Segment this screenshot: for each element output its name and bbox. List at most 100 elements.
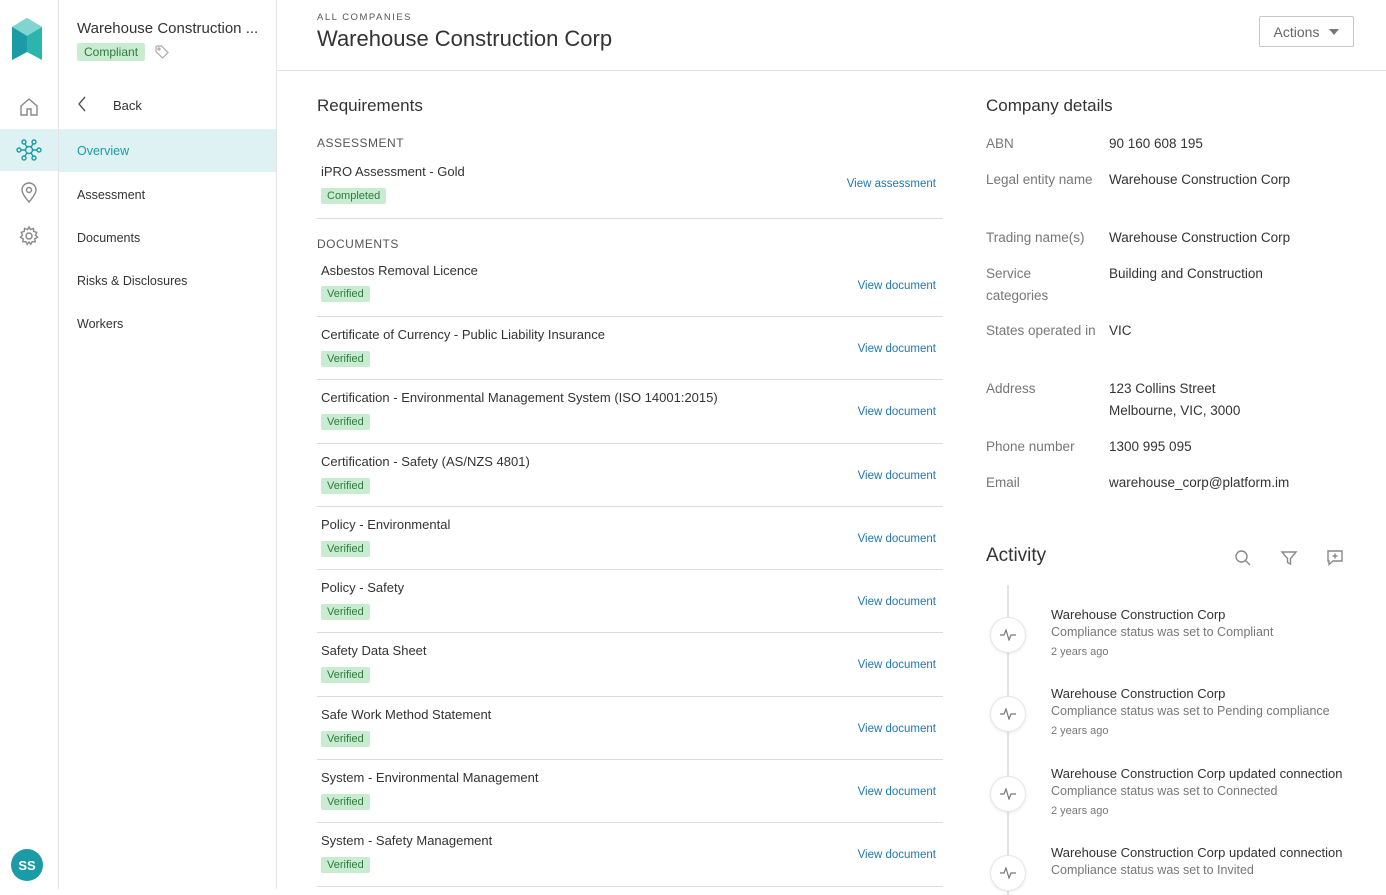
actions-button[interactable]: Actions — [1259, 16, 1354, 47]
back-button[interactable]: Back — [77, 96, 142, 115]
document-row: Asbestos Removal Licence Verified View doc… — [317, 251, 943, 317]
nav-item-overview[interactable]: Overview — [59, 129, 276, 172]
document-name: Safe Work Method Statement — [321, 706, 492, 722]
home-icon[interactable] — [0, 86, 58, 128]
document-name: Safety Data Sheet — [321, 643, 427, 659]
detail-value: 123 Collins Street — [1109, 381, 1216, 396]
view-document-link[interactable]: View document — [858, 723, 936, 735]
status-badge: Verified — [321, 286, 370, 302]
status-badge: Verified — [321, 604, 370, 621]
document-name: System - Safety Management — [321, 833, 493, 849]
app-logo-icon[interactable] — [10, 18, 44, 67]
location-pin-icon[interactable] — [0, 172, 58, 214]
view-document-link[interactable]: View document — [858, 406, 936, 418]
document-row: System - Environmental Management Verifie… — [317, 760, 943, 824]
documents-heading: DOCUMENTS — [317, 237, 399, 251]
view-document-link[interactable]: View document — [858, 343, 936, 355]
detail-value-line2: Melbourne, VIC, 3000 — [1109, 403, 1241, 418]
document-row: Policy - Environmental Verified View docum… — [317, 507, 943, 571]
activity-title-text: Warehouse Construction Corp updated conn… — [1051, 766, 1343, 781]
pulse-icon — [990, 617, 1026, 653]
actions-label: Actions — [1273, 23, 1320, 40]
detail-value: warehouse_corp@platform.im — [1109, 475, 1290, 490]
breadcrumb[interactable]: ALL COMPANIES — [317, 12, 412, 23]
assessment-name: iPRO Assessment - Gold — [321, 164, 465, 179]
activity-toolbar — [1234, 549, 1344, 572]
document-row: Certification - Safety (AS/NZS 4801) Veri… — [317, 444, 943, 507]
detail-value: VIC — [1109, 323, 1132, 338]
status-badge: Verified — [321, 414, 370, 431]
activity-title-text: Warehouse Construction Corp updated conn… — [1051, 845, 1343, 860]
status-badge: Completed — [321, 188, 387, 204]
company-name: Warehouse Construction ... — [77, 20, 259, 37]
document-row: System - Safety Management Verified View d… — [317, 823, 943, 887]
document-row: Policy - Safety Verified View document — [317, 570, 943, 634]
chevron-left-icon — [77, 96, 87, 115]
caret-down-icon — [1329, 28, 1340, 35]
status-badge: Verified — [321, 477, 370, 494]
document-row: Safe Work Method Statement Verified View d… — [317, 697, 943, 761]
activity-description: Compliance status was set to Invited — [1051, 863, 1254, 877]
detail-label: Trading name(s) — [986, 230, 1085, 245]
detail-label: Legal entity name — [986, 172, 1093, 187]
detail-value: 1300 995 095 — [1109, 439, 1192, 454]
view-document-link[interactable]: View document — [858, 280, 936, 292]
back-label: Back — [113, 98, 142, 113]
network-icon[interactable] — [0, 129, 58, 171]
status-badge: Verified — [321, 540, 370, 557]
nav-item-documents[interactable]: Documents — [59, 216, 276, 259]
page-header: ALL COMPANIES Warehouse Construction Cor… — [277, 0, 1386, 71]
activity-description: Compliance status was set to Pending com… — [1051, 704, 1330, 718]
gear-icon[interactable] — [0, 215, 58, 257]
detail-label: Phone number — [986, 439, 1075, 454]
document-name: Certification - Safety (AS/NZS 4801) — [321, 453, 530, 469]
nav-item-risks-disclosures[interactable]: Risks & Disclosures — [59, 259, 276, 302]
activity-title-text: Warehouse Construction Corp — [1051, 686, 1226, 701]
tag-icon[interactable] — [155, 45, 169, 64]
activity-timestamp: 2 years ago — [1051, 646, 1109, 658]
activity-timestamp: 2 years ago — [1051, 805, 1109, 817]
document-name: Certificate of Currency - Public Liabili… — [321, 327, 605, 342]
company-details-section: Company details ABN 90 160 608 195 Legal… — [986, 96, 1356, 490]
view-document-link[interactable]: View document — [858, 470, 936, 482]
search-icon[interactable] — [1234, 549, 1252, 572]
status-badge: Verified — [321, 730, 370, 747]
detail-label: Service categories — [986, 266, 1049, 303]
documents-list: Asbestos Removal Licence Verified View doc… — [317, 251, 943, 887]
view-document-link[interactable]: View document — [858, 659, 936, 671]
document-row: Certification - Environmental Management… — [317, 380, 943, 444]
pulse-icon — [990, 855, 1026, 891]
view-document-link[interactable]: View document — [858, 786, 936, 798]
document-name: Certification - Environmental Management… — [321, 390, 718, 406]
detail-value: 90 160 608 195 — [1109, 136, 1203, 151]
activity-section: Activity — [986, 545, 1356, 567]
add-comment-icon[interactable] — [1326, 549, 1344, 572]
detail-label: ABN — [986, 136, 1014, 151]
filter-icon[interactable] — [1280, 549, 1298, 572]
document-name: Policy - Safety — [321, 580, 405, 596]
view-document-link[interactable]: View document — [858, 533, 936, 545]
company-details-title: Company details — [986, 96, 1113, 115]
detail-value: Building and Construction — [1109, 266, 1263, 281]
assessment-row: iPRO Assessment - Gold Completed View as… — [317, 152, 943, 219]
document-row: Safety Data Sheet Verified View document — [317, 633, 943, 697]
activity-timestamp: 2 years ago — [1051, 725, 1109, 737]
view-document-link[interactable]: View document — [858, 596, 936, 608]
status-badge: Verified — [321, 351, 370, 367]
status-badge: Verified — [321, 794, 370, 811]
activity-title-text: Warehouse Construction Corp — [1051, 607, 1226, 622]
nav-item-assessment[interactable]: Assessment — [59, 173, 276, 216]
view-assessment-link[interactable]: View assessment — [847, 178, 936, 190]
page-title: Warehouse Construction Corp — [317, 26, 613, 51]
document-name: Asbestos Removal Licence — [321, 263, 478, 278]
nav-item-workers[interactable]: Workers — [59, 302, 276, 345]
pulse-icon — [990, 696, 1026, 732]
icon-rail: SS — [0, 0, 59, 889]
activity-description: Compliance status was set to Connected — [1051, 784, 1278, 798]
detail-label: Address — [986, 381, 1036, 396]
view-document-link[interactable]: View document — [858, 849, 936, 861]
detail-value: Warehouse Construction Corp — [1109, 230, 1291, 245]
requirements-section: Requirements ASSESSMENT iPRO Assessment … — [317, 96, 943, 887]
avatar[interactable]: SS — [11, 849, 43, 881]
company-side-panel: Warehouse Construction ... Compliant Bac… — [59, 0, 277, 889]
